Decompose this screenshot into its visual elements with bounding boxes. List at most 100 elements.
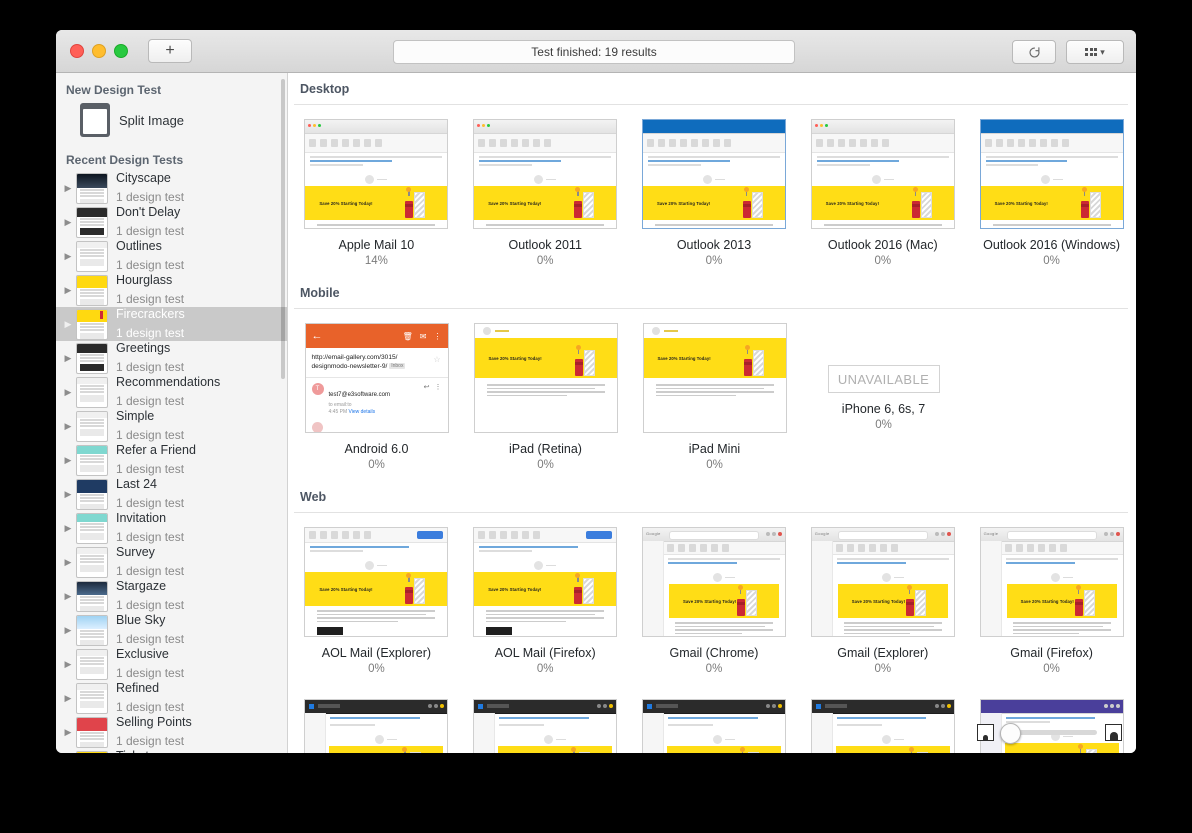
- firecracker-icon: [403, 187, 426, 218]
- disclosure-triangle-icon[interactable]: ▶: [60, 251, 76, 261]
- sidebar-item-label: Greetings: [116, 341, 171, 356]
- disclosure-triangle-icon[interactable]: ▶: [60, 387, 76, 397]
- client-result-cell[interactable]: Save 20% Starting Today! Outlook 2016 (Ma…: [798, 119, 967, 267]
- minimize-window-button[interactable]: [92, 44, 106, 58]
- client-result-cell[interactable]: Save 20% Starting Today!: [292, 699, 461, 753]
- sidebar-item-firecrackers[interactable]: ▶ Firecrackers 1 design test: [56, 307, 287, 341]
- disclosure-triangle-icon[interactable]: ▶: [60, 319, 76, 329]
- client-result-cell[interactable]: Google Save 20% Starting Today! Gmail (Chr…: [630, 527, 799, 675]
- client-preview-thumbnail[interactable]: ← 🗑 ✉ ⋮ http://email-gallery.com/3015/design…: [304, 323, 449, 433]
- sidebar-item-invitation[interactable]: ▶ Invitation 1 design test: [56, 511, 287, 545]
- hero-headline: Save 20% Starting Today!: [488, 355, 542, 361]
- client-result-cell[interactable]: Google Save 20% Starting Today! Gmail (Exp…: [798, 527, 967, 675]
- client-preview-thumbnail[interactable]: Save 20% Starting Today!: [641, 699, 786, 753]
- client-preview-thumbnail[interactable]: Save 20% Starting Today!: [473, 527, 618, 637]
- client-result-cell[interactable]: Save 20% Starting Today! Outlook 2011 0%: [461, 119, 630, 267]
- overflow-menu-icon[interactable]: ⋮: [434, 332, 442, 341]
- client-preview-thumbnail[interactable]: Save 20% Starting Today!: [473, 119, 618, 229]
- client-preview-thumbnail[interactable]: Save 20% Starting Today!: [304, 527, 449, 637]
- client-result-cell[interactable]: ← 🗑 ✉ ⋮ http://email-gallery.com/3015/design…: [292, 323, 461, 471]
- sidebar-item-don-t-delay[interactable]: ▶ Don't Delay 1 design test: [56, 205, 287, 239]
- client-result-cell[interactable]: Save 20% Starting Today! Outlook 2016 (Wi…: [967, 119, 1136, 267]
- view-details-link[interactable]: View details: [349, 409, 376, 415]
- client-result-cell[interactable]: Save 20% Starting Today! AOL Mail (Firefo…: [461, 527, 630, 675]
- close-window-button[interactable]: [70, 44, 84, 58]
- sidebar-item-stargaze[interactable]: ▶ Stargaze 1 design test: [56, 579, 287, 613]
- disclosure-triangle-icon[interactable]: ▶: [60, 183, 76, 193]
- client-result-cell[interactable]: Save 20% Starting Today! AOL Mail (Explor…: [292, 527, 461, 675]
- disclosure-triangle-icon[interactable]: ▶: [60, 217, 76, 227]
- sidebar-item-survey[interactable]: ▶ Survey 1 design test: [56, 545, 287, 579]
- client-result-cell[interactable]: Save 20% Starting Today! iPad Mini 0%: [630, 323, 799, 471]
- disclosure-triangle-icon[interactable]: ▶: [60, 523, 76, 533]
- client-result-cell[interactable]: Save 20% Starting Today!: [798, 699, 967, 753]
- client-result-cell[interactable]: Save 20% Starting Today!: [461, 699, 630, 753]
- sidebar-item-hourglass[interactable]: ▶ Hourglass 1 design test: [56, 273, 287, 307]
- trash-icon[interactable]: 🗑: [403, 332, 413, 341]
- disclosure-triangle-icon[interactable]: ▶: [60, 625, 76, 635]
- status-field: Test finished: 19 results: [393, 40, 795, 64]
- client-result-cell[interactable]: UNAVAILABLE iPhone 6, 6s, 7 0%: [799, 323, 968, 471]
- sidebar-item-greetings[interactable]: ▶ Greetings 1 design test: [56, 341, 287, 375]
- view-mode-button[interactable]: ▾: [1066, 40, 1124, 64]
- disclosure-triangle-icon[interactable]: ▶: [60, 421, 76, 431]
- client-result-cell[interactable]: Save 20% Starting Today! Apple Mail 10 14%: [292, 119, 461, 267]
- sidebar-item-outlines[interactable]: ▶ Outlines 1 design test: [56, 239, 287, 273]
- client-result-cell[interactable]: Save 20% Starting Today!: [630, 699, 799, 753]
- client-preview-thumbnail[interactable]: Google Save 20% Starting Today!: [979, 527, 1124, 637]
- sidebar-item-exclusive[interactable]: ▶ Exclusive 1 design test: [56, 647, 287, 681]
- client-preview-thumbnail[interactable]: Save 20% Starting Today!: [473, 699, 618, 753]
- client-preview-thumbnail[interactable]: Save 20% Starting Today!: [473, 323, 618, 433]
- client-preview-thumbnail[interactable]: Save 20% Starting Today!: [810, 699, 955, 753]
- disclosure-triangle-icon[interactable]: ▶: [60, 489, 76, 499]
- sidebar-scrollbar[interactable]: [281, 79, 285, 379]
- client-preview-thumbnail[interactable]: Save 20% Starting Today!: [304, 119, 449, 229]
- sidebar-item-cityscape[interactable]: ▶ Cityscape 1 design test: [56, 171, 287, 205]
- client-preview-thumbnail[interactable]: Save 20% Starting Today!: [304, 699, 449, 753]
- sidebar-item-tickets[interactable]: ▶Tickets1 design test: [56, 749, 287, 753]
- sidebar-item-label: Invitation: [116, 511, 167, 526]
- client-result-cell[interactable]: Save 20% Starting Today! iPad (Retina) 0%: [461, 323, 630, 471]
- star-icon[interactable]: ☆: [433, 355, 440, 364]
- sidebar-item-recommendations[interactable]: ▶ Recommendations 1 design test: [56, 375, 287, 409]
- sidebar-item-refined[interactable]: ▶ Refined 1 design test: [56, 681, 287, 715]
- disclosure-triangle-icon[interactable]: ▶: [60, 591, 76, 601]
- email-hero-banner: Save 20% Starting Today!: [666, 746, 781, 753]
- slider-knob[interactable]: [1000, 723, 1021, 744]
- client-open-rate: 0%: [874, 663, 892, 675]
- disclosure-triangle-icon[interactable]: ▶: [60, 727, 76, 737]
- sidebar-item-last-24[interactable]: ▶ Last 24 1 design test: [56, 477, 287, 511]
- disclosure-triangle-icon[interactable]: ▶: [60, 557, 76, 567]
- refresh-button[interactable]: [1012, 40, 1056, 64]
- sidebar-item-simple[interactable]: ▶ Simple 1 design test: [56, 409, 287, 443]
- sidebar-item-selling-points[interactable]: ▶ Selling Points 1 design test: [56, 715, 287, 749]
- client-result-cell[interactable]: Save 20% Starting Today! Outlook 2013 0%: [630, 119, 799, 267]
- sidebar-item-split-image[interactable]: Split Image: [56, 101, 287, 139]
- back-arrow-icon[interactable]: ←: [312, 330, 323, 342]
- disclosure-triangle-icon[interactable]: ▶: [60, 353, 76, 363]
- client-name: Android 6.0: [344, 442, 409, 456]
- client-preview-thumbnail[interactable]: Save 20% Starting Today!: [641, 119, 786, 229]
- sidebar-item-blue-sky[interactable]: ▶ Blue Sky 1 design test: [56, 613, 287, 647]
- hero-headline: Save 20% Starting Today!: [656, 200, 711, 206]
- client-name: Gmail (Firefox): [1010, 646, 1093, 660]
- new-test-button[interactable]: +: [148, 39, 192, 63]
- thumbnail-size-slider[interactable]: [1000, 723, 1097, 744]
- disclosure-triangle-icon[interactable]: ▶: [60, 455, 76, 465]
- client-preview-thumbnail[interactable]: Save 20% Starting Today!: [979, 119, 1124, 229]
- archive-icon[interactable]: ✉: [420, 332, 427, 341]
- test-thumbnail: [76, 410, 108, 442]
- client-preview-thumbnail[interactable]: Google Save 20% Starting Today!: [641, 527, 786, 637]
- reply-icon[interactable]: ↩: [424, 383, 430, 415]
- overflow-menu-icon[interactable]: ⋮: [435, 383, 442, 415]
- client-result-cell[interactable]: Google Save 20% Starting Today! Gmail (Fir…: [967, 527, 1136, 675]
- client-preview-thumbnail[interactable]: Google Save 20% Starting Today!: [810, 527, 955, 637]
- email-divider: [832, 731, 954, 746]
- maximize-window-button[interactable]: [114, 44, 128, 58]
- disclosure-triangle-icon[interactable]: ▶: [60, 693, 76, 703]
- client-preview-thumbnail[interactable]: Save 20% Starting Today!: [810, 119, 955, 229]
- client-preview-thumbnail[interactable]: Save 20% Starting Today!: [642, 323, 787, 433]
- disclosure-triangle-icon[interactable]: ▶: [60, 285, 76, 295]
- disclosure-triangle-icon[interactable]: ▶: [60, 659, 76, 669]
- sidebar-item-refer-a-friend[interactable]: ▶ Refer a Friend 1 design test: [56, 443, 287, 477]
